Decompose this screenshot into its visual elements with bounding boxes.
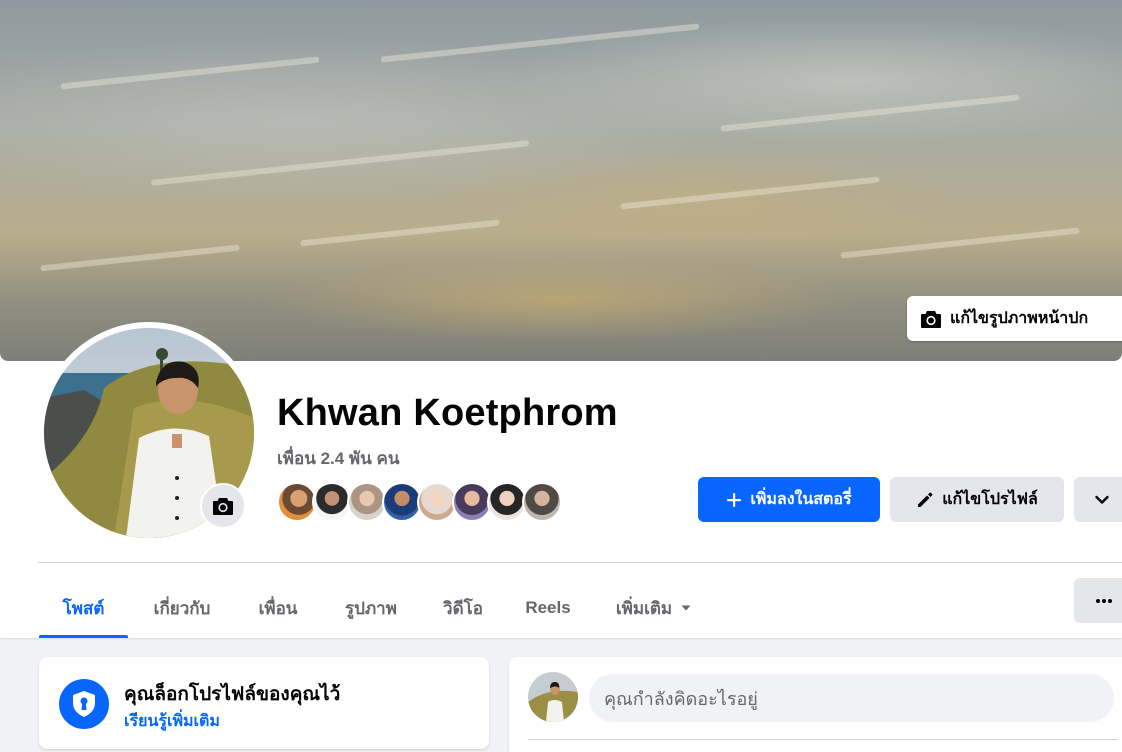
update-profile-picture-button[interactable] — [200, 483, 246, 529]
profile-header: แก้ไขรูปภาพหน้าปก Khwan Koetphrom เพื่อน… — [0, 0, 1122, 638]
profile-name: Khwan Koetphrom — [277, 392, 618, 434]
edit-profile-label: แก้ไขโปรไฟล์ — [942, 491, 1038, 508]
ellipsis-icon — [1096, 598, 1112, 603]
camera-icon — [213, 498, 233, 515]
whats-on-your-mind-input[interactable]: คุณกำลังคิดอะไรอยู่ — [589, 674, 1114, 722]
tab-label: วิดีโอ — [443, 598, 483, 618]
chevron-down-icon — [1095, 495, 1109, 504]
friend-avatar[interactable] — [522, 482, 562, 522]
tab-posts[interactable]: โพสต์ — [39, 578, 128, 638]
profile-more-options-button[interactable] — [1074, 477, 1122, 522]
composer-placeholder: คุณกำลังคิดอะไรอยู่ — [604, 688, 758, 709]
composer-divider — [528, 739, 1118, 740]
friend-avatar[interactable] — [487, 482, 527, 522]
post-composer: คุณกำลังคิดอะไรอยู่ — [509, 657, 1122, 752]
friend-count[interactable]: เพื่อน 2.4 พัน คน — [277, 445, 399, 472]
tab-more[interactable]: เพิ่มเติม — [594, 578, 714, 638]
tabs-overflow-button[interactable] — [1074, 578, 1122, 623]
tab-label: โพสต์ — [62, 598, 105, 618]
composer-avatar[interactable] — [528, 672, 578, 722]
shield-lock-icon — [59, 679, 109, 729]
friend-avatar[interactable] — [312, 482, 352, 522]
friend-avatar[interactable] — [452, 482, 492, 522]
tab-about[interactable]: เกี่ยวกับ — [132, 578, 232, 638]
friend-avatar[interactable] — [347, 482, 387, 522]
locked-profile-title: คุณล็อกโปรไฟล์ของคุณไว้ — [124, 684, 341, 705]
tab-label: รูปภาพ — [345, 598, 397, 618]
add-to-story-button[interactable]: เพิ่มลงในสตอรี่ — [698, 477, 880, 522]
edit-cover-photo-label: แก้ไขรูปภาพหน้าปก — [950, 310, 1089, 327]
friend-avatar[interactable] — [277, 482, 317, 522]
tab-friends[interactable]: เพื่อน — [236, 578, 320, 638]
friend-avatar[interactable] — [417, 482, 457, 522]
friend-avatar[interactable] — [382, 482, 422, 522]
header-divider — [38, 562, 1122, 563]
tab-photos[interactable]: รูปภาพ — [324, 578, 418, 638]
locked-profile-notice: คุณล็อกโปรไฟล์ของคุณไว้ เรียนรู้เพิ่มเติ… — [39, 657, 489, 749]
active-tab-indicator — [39, 635, 128, 638]
tab-videos[interactable]: วิดีโอ — [422, 578, 504, 638]
camera-icon — [921, 310, 941, 328]
tab-reels[interactable]: Reels — [508, 578, 588, 638]
cover-photo[interactable]: แก้ไขรูปภาพหน้าปก — [0, 0, 1122, 361]
tab-label: เพิ่มเติม — [615, 598, 673, 618]
tab-label: เพื่อน — [258, 598, 298, 618]
edit-cover-photo-button[interactable]: แก้ไขรูปภาพหน้าปก — [907, 296, 1122, 341]
edit-profile-button[interactable]: แก้ไขโปรไฟล์ — [890, 477, 1064, 522]
add-to-story-label: เพิ่มลงในสตอรี่ — [750, 491, 852, 508]
plus-icon — [727, 492, 742, 507]
caret-down-icon — [681, 605, 691, 611]
tab-label: เกี่ยวกับ — [153, 598, 211, 618]
pencil-icon — [918, 492, 933, 507]
tab-label: Reels — [525, 598, 571, 617]
learn-more-link[interactable]: เรียนรู้เพิ่มเติม — [124, 709, 220, 734]
